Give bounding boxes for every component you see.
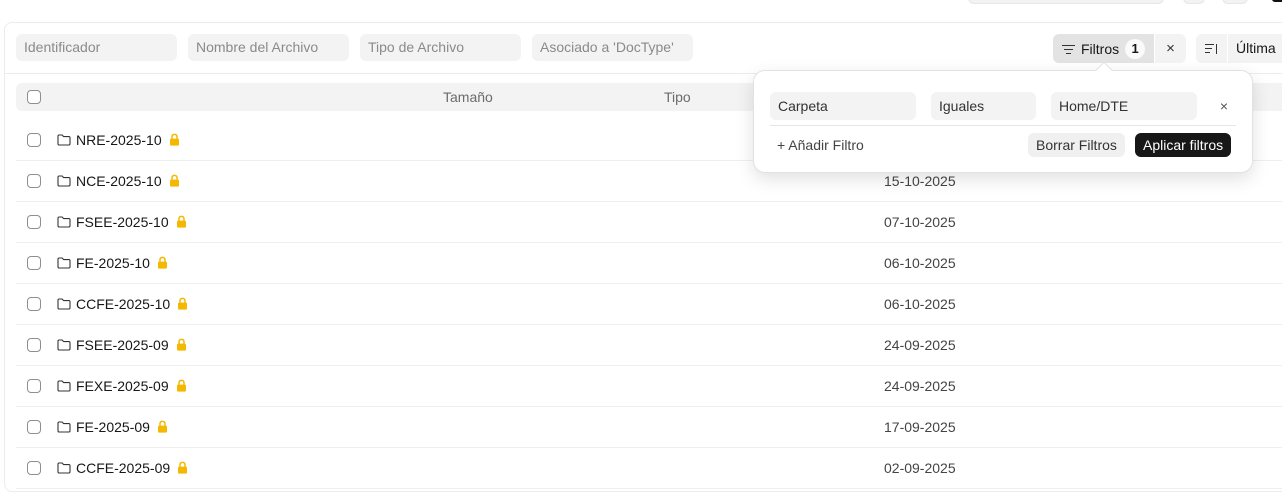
folder-icon — [57, 421, 71, 433]
identifier-filter-input[interactable]: Identificador — [16, 34, 177, 61]
row-name[interactable]: FSEE-2025-10 — [76, 202, 187, 242]
folder-icon — [57, 339, 71, 351]
filter-count-badge: 1 — [1125, 38, 1146, 59]
lock-icon — [176, 379, 186, 392]
select-all-checkbox[interactable] — [27, 90, 41, 104]
lock-icon — [176, 338, 186, 351]
filter-field-select[interactable]: Carpeta — [770, 92, 916, 120]
filename-filter-input[interactable]: Nombre del Archivo — [188, 34, 349, 61]
filter-value-input[interactable]: Home/DTE — [1051, 92, 1197, 120]
row-name[interactable]: CCFE-2025-09 — [76, 448, 188, 488]
sort-direction-icon — [1204, 43, 1219, 55]
filter-popover: Carpeta Iguales Home/DTE × + Añadir Filt… — [753, 61, 1253, 173]
row-name[interactable]: FE-2025-10 — [76, 243, 168, 283]
table-row[interactable]: CCFE-2025-10 06-10-2025 — [16, 284, 1282, 325]
file-name: FSEE-2025-09 — [76, 337, 169, 353]
top-button-ghost — [1222, 0, 1248, 4]
row-modified-date: 17-09-2025 — [884, 419, 956, 435]
file-name: FE-2025-10 — [76, 255, 150, 271]
table-row[interactable]: FE-2025-09 17-09-2025 — [16, 407, 1282, 448]
file-name: FSEE-2025-10 — [76, 214, 169, 230]
row-checkbox[interactable] — [27, 215, 41, 229]
clear-filters-x-button[interactable]: × — [1155, 34, 1186, 63]
row-modified-date: 02-09-2025 — [884, 460, 956, 476]
row-name[interactable]: CCFE-2025-10 — [76, 284, 188, 324]
folder-icon — [57, 298, 71, 310]
file-name: CCFE-2025-09 — [76, 460, 171, 476]
lock-icon — [178, 297, 188, 310]
row-modified-date: 06-10-2025 — [884, 296, 956, 312]
column-size[interactable]: Tamaño — [443, 83, 493, 111]
table-row[interactable]: FE-2025-10 06-10-2025 — [16, 243, 1282, 284]
filters-button[interactable]: Filtros 1 — [1053, 34, 1154, 63]
row-checkbox[interactable] — [27, 379, 41, 393]
file-name: NRE-2025-10 — [76, 132, 162, 148]
row-checkbox[interactable] — [27, 420, 41, 434]
row-checkbox[interactable] — [27, 133, 41, 147]
lock-icon — [157, 256, 167, 269]
sort-field-button[interactable]: Última — [1228, 34, 1282, 63]
doctype-filter-input[interactable]: Asociado a 'DocType' — [532, 34, 693, 61]
popover-divider — [770, 125, 1236, 126]
folder-icon — [57, 134, 71, 146]
table-row[interactable]: FSEE-2025-09 24-09-2025 — [16, 325, 1282, 366]
filters-bar: Identificador Nombre del Archivo Tipo de… — [5, 23, 1282, 74]
add-filter-button[interactable]: + Añadir Filtro — [777, 133, 864, 157]
lock-icon — [157, 420, 167, 433]
row-modified-date: 06-10-2025 — [884, 255, 956, 271]
row-name[interactable]: NCE-2025-10 — [76, 161, 180, 201]
file-name: FE-2025-09 — [76, 419, 150, 435]
lock-icon — [169, 133, 179, 146]
lock-icon — [176, 215, 186, 228]
table-row[interactable]: CCFE-2025-09 02-09-2025 — [16, 448, 1282, 489]
folder-icon — [57, 257, 71, 269]
top-button-ghost — [1183, 0, 1205, 4]
top-primary-button[interactable] — [1272, 0, 1282, 2]
lock-icon — [178, 461, 188, 474]
row-checkbox[interactable] — [27, 174, 41, 188]
top-search-ghost — [968, 0, 1164, 4]
table-row[interactable]: FEXE-2025-09 24-09-2025 — [16, 366, 1282, 407]
column-type[interactable]: Tipo — [664, 83, 691, 111]
row-modified-date: 24-09-2025 — [884, 378, 956, 394]
row-checkbox[interactable] — [27, 256, 41, 270]
filter-operator-select[interactable]: Iguales — [931, 92, 1036, 120]
file-name: NCE-2025-10 — [76, 173, 162, 189]
folder-icon — [57, 380, 71, 392]
row-name[interactable]: NRE-2025-10 — [76, 120, 180, 160]
table-row[interactable]: FSEE-2025-10 07-10-2025 — [16, 202, 1282, 243]
row-checkbox[interactable] — [27, 338, 41, 352]
filter-icon — [1062, 44, 1075, 54]
top-strip — [0, 0, 1282, 22]
remove-filter-button[interactable]: × — [1213, 92, 1235, 120]
row-checkbox[interactable] — [27, 297, 41, 311]
folder-icon — [57, 216, 71, 228]
sort-direction-button[interactable] — [1196, 34, 1227, 63]
file-name: FEXE-2025-09 — [76, 378, 169, 394]
clear-filters-button[interactable]: Borrar Filtros — [1028, 133, 1125, 157]
folder-icon — [57, 175, 71, 187]
row-modified-date: 07-10-2025 — [884, 214, 956, 230]
filetype-filter-input[interactable]: Tipo de Archivo — [360, 34, 521, 61]
apply-filters-button[interactable]: Aplicar filtros — [1135, 133, 1232, 157]
lock-icon — [169, 174, 179, 187]
file-name: CCFE-2025-10 — [76, 296, 171, 312]
row-name[interactable]: FE-2025-09 — [76, 407, 168, 447]
row-checkbox[interactable] — [27, 461, 41, 475]
filters-button-label: Filtros — [1081, 40, 1120, 57]
row-name[interactable]: FEXE-2025-09 — [76, 366, 187, 406]
row-modified-date: 24-09-2025 — [884, 337, 956, 353]
folder-icon — [57, 462, 71, 474]
row-name[interactable]: FSEE-2025-09 — [76, 325, 187, 365]
